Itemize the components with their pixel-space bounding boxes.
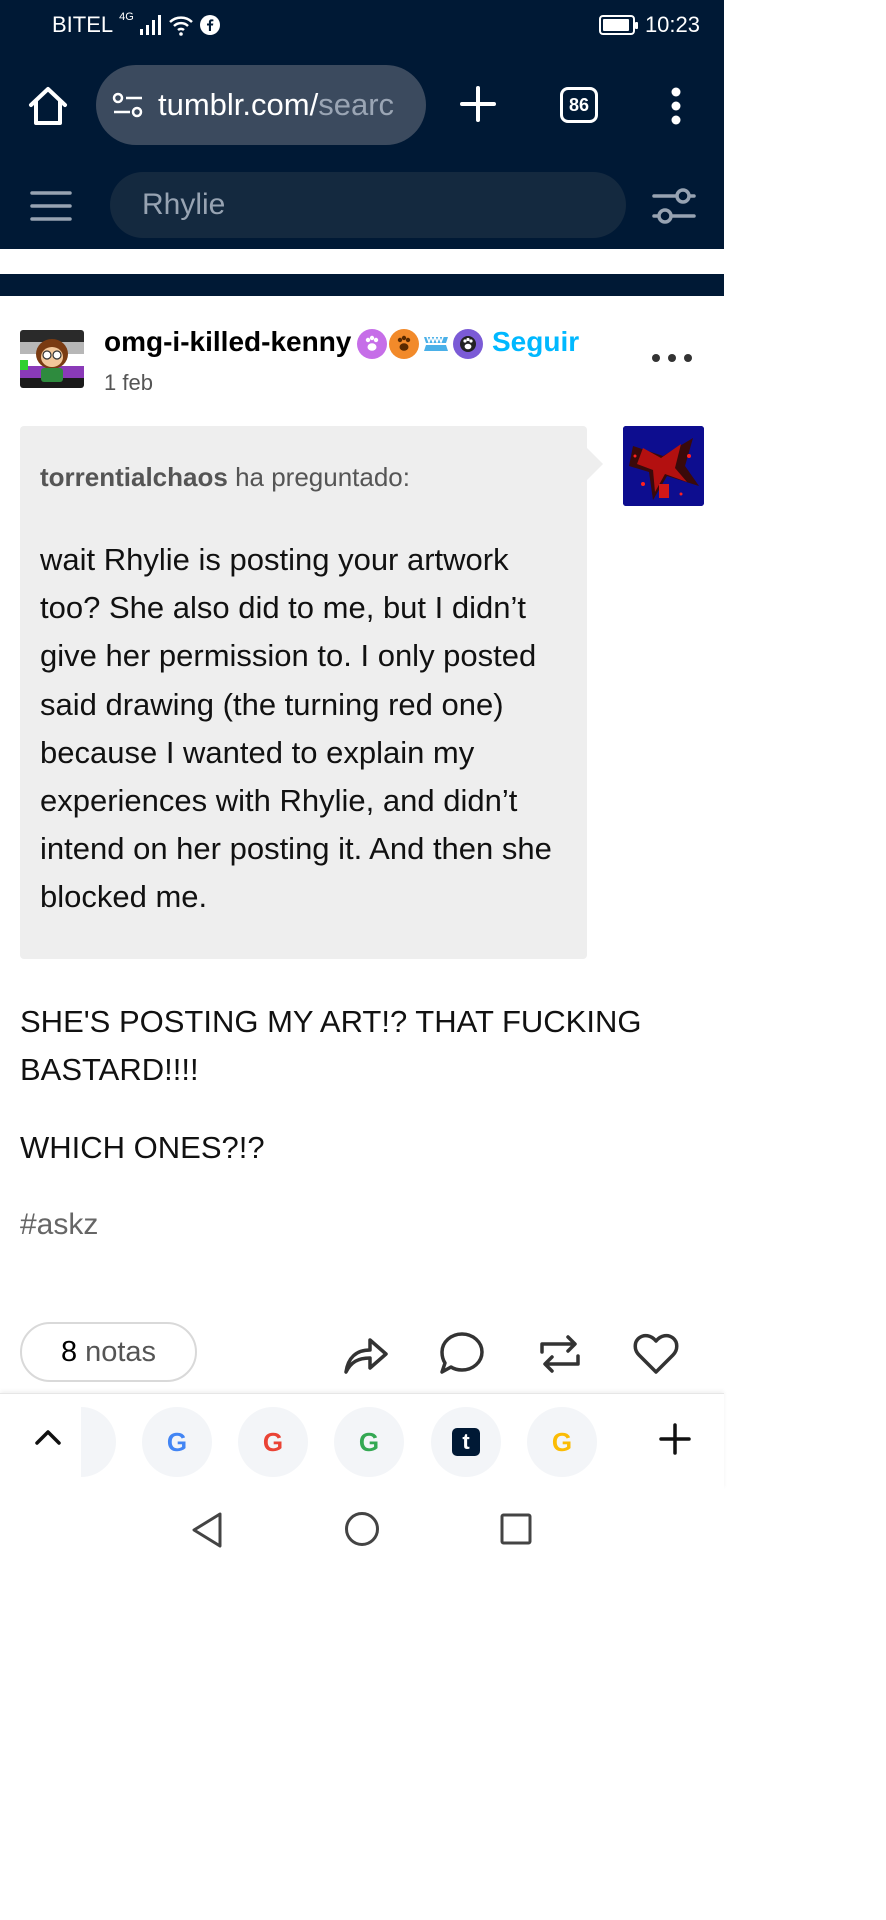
paw-badge-icon[interactable] <box>357 329 387 359</box>
tab-google-3[interactable]: G <box>334 1407 404 1477</box>
notes-label: notas <box>85 1335 157 1368</box>
chevron-up-icon[interactable] <box>34 1426 62 1448</box>
google-icon: G <box>551 1426 573 1457</box>
follow-button[interactable]: Seguir <box>492 326 579 358</box>
url-text-faded: searc <box>318 87 395 122</box>
blog-avatar[interactable] <box>20 330 84 388</box>
blog-name[interactable]: omg-i-killed-kenny <box>104 326 351 358</box>
answer-line-1: SHE'S POSTING MY ART!? THAT FUCKING BAST… <box>20 1004 642 1087</box>
network-type: 4G <box>119 11 134 23</box>
hamburger-icon[interactable] <box>30 190 72 222</box>
tab-google-2[interactable]: G <box>238 1407 308 1477</box>
more-horiz-icon[interactable] <box>652 354 692 368</box>
search-input[interactable] <box>142 188 626 222</box>
wifi-icon <box>168 16 193 36</box>
google-icon: G <box>166 1426 188 1457</box>
facebook-icon <box>199 15 220 35</box>
header-divider <box>0 274 724 296</box>
browser-toolbar: tumblr.com/searc 86 <box>0 62 724 146</box>
new-tab-icon[interactable] <box>658 1422 692 1456</box>
asker-name[interactable]: torrentialchaos <box>40 462 228 492</box>
paw-badge-dark-icon[interactable] <box>453 329 483 359</box>
tab-google-1[interactable]: G <box>142 1407 212 1477</box>
share-icon[interactable] <box>342 1330 390 1378</box>
url-text: tumblr.com/ <box>158 87 319 122</box>
tabs-button[interactable]: 86 <box>560 87 598 123</box>
notes-count: 8 <box>60 1335 78 1368</box>
back-icon[interactable] <box>190 1511 224 1549</box>
ask-box: torrentialchaos ha preguntado: wait Rhyl… <box>20 426 603 959</box>
teeth-badge-icon[interactable] <box>421 329 451 359</box>
system-nav-bar <box>0 1489 724 1568</box>
battery-icon <box>598 15 638 35</box>
carrier-label: BITEL <box>52 12 114 37</box>
google-icon: G <box>358 1426 380 1457</box>
site-settings-icon[interactable] <box>112 91 144 119</box>
paw-badge-orange-icon[interactable] <box>389 329 419 359</box>
asker-suffix: ha preguntado: <box>235 462 410 492</box>
clock: 10:23 <box>644 12 700 37</box>
post-date: 1 feb <box>104 370 153 395</box>
notes-button[interactable]: 8 notas <box>20 1322 197 1382</box>
ask-question: wait Rhylie is posting your artwork too?… <box>40 542 552 915</box>
ask-pointer <box>587 448 603 480</box>
signal-icon <box>139 15 161 35</box>
asker-line: torrentialchaos ha preguntado: <box>40 462 410 493</box>
tab-tumblr[interactable]: t <box>431 1407 501 1477</box>
address-bar[interactable]: tumblr.com/searc <box>96 65 426 145</box>
heart-icon[interactable] <box>632 1330 680 1378</box>
comment-icon[interactable] <box>438 1330 486 1378</box>
post-tag[interactable]: #askz <box>20 1208 98 1242</box>
filter-icon[interactable] <box>652 184 696 228</box>
home-circle-icon[interactable] <box>344 1511 380 1547</box>
status-bar: BITEL 4G 10:23 <box>0 0 724 50</box>
badges[interactable] <box>357 329 483 359</box>
recents-icon[interactable] <box>500 1513 532 1545</box>
home-icon[interactable] <box>26 84 70 128</box>
search-box[interactable] <box>110 172 626 238</box>
tumblr-icon: t <box>452 1428 480 1456</box>
plus-icon[interactable] <box>458 84 498 124</box>
tumblr-search-row <box>0 168 724 240</box>
tab-google-4[interactable]: G <box>527 1407 597 1477</box>
answer-line-2: WHICH ONES?!? <box>20 1130 265 1165</box>
tab-strip: G G G t G <box>0 1393 724 1489</box>
more-vert-icon[interactable] <box>664 84 688 128</box>
reblog-icon[interactable] <box>536 1330 584 1378</box>
asker-avatar[interactable] <box>623 426 704 506</box>
google-icon: G <box>262 1426 284 1457</box>
